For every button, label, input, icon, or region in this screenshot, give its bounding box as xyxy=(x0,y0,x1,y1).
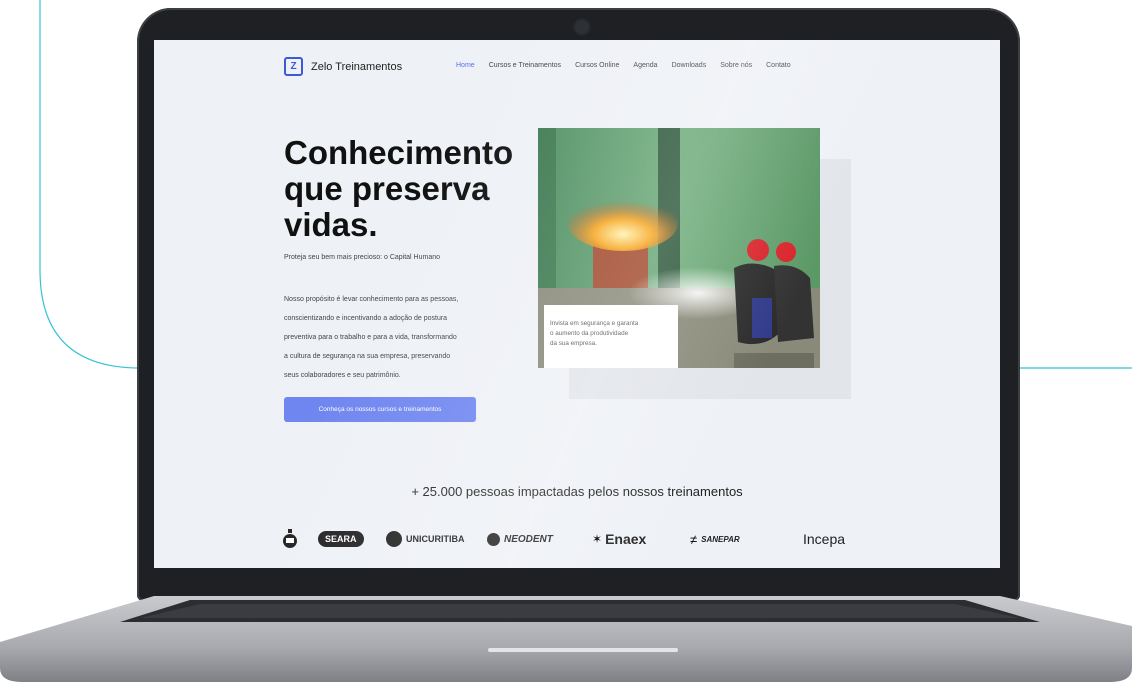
caption-line: o aumento da produtividade xyxy=(550,330,629,337)
partner-logo-emblem xyxy=(282,528,298,550)
webcam-icon xyxy=(575,20,589,34)
hero-title: Conhecimento que preserva vidas. xyxy=(284,135,544,243)
photo-caption-card: Invista em segurança e garanta o aumento… xyxy=(544,305,678,368)
enaex-star-icon: ✶ xyxy=(592,532,603,546)
partner-name: UNICURITIBA xyxy=(406,534,465,544)
partner-name: SANEPAR xyxy=(701,534,740,544)
logo-icon: Z xyxy=(284,57,303,76)
hero-title-line: vidas. xyxy=(284,206,378,243)
partner-logo-neodent: NEODENT xyxy=(487,528,553,550)
unicuritiba-icon xyxy=(386,531,402,547)
sanepar-icon: ≠ xyxy=(690,531,698,547)
nav-link-agenda[interactable]: Agenda xyxy=(633,62,657,69)
nav-link-cursos-treinamentos[interactable]: Cursos e Treinamentos xyxy=(489,62,561,69)
courses-cta-button[interactable]: Conheça os nossos cursos e treinamentos xyxy=(284,397,476,422)
description-line: seus colaboradores e seu patrimônio. xyxy=(284,372,401,379)
partner-name: SEARA xyxy=(318,531,364,547)
description-line: a cultura de segurança na sua empresa, p… xyxy=(284,353,451,360)
nav-link-contato[interactable]: Contato xyxy=(766,62,791,69)
hero-subtitle: Proteja seu bem mais precioso: o Capital… xyxy=(284,254,441,261)
hero-title-line: Conhecimento xyxy=(284,134,514,171)
laptop-screen: Z Zelo Treinamentos Home Cursos e Treina… xyxy=(154,40,1000,568)
site-logo[interactable]: Z Zelo Treinamentos xyxy=(284,57,402,76)
hero-description: Nosso propósito é levar conhecimento par… xyxy=(284,290,549,385)
partner-logos: SEARA UNICURITIBA NEODENT ✶ Enaex ≠ SANE… xyxy=(282,528,872,550)
partner-logo-enaex: ✶ Enaex xyxy=(592,528,646,550)
partner-logo-unicuritiba: UNICURITIBA xyxy=(386,528,465,550)
caption-line: da sua empresa. xyxy=(550,340,597,347)
nav-link-home[interactable]: Home xyxy=(456,62,475,69)
description-line: Nosso propósito é levar conhecimento par… xyxy=(284,296,459,303)
emblem-icon xyxy=(283,529,297,548)
nav-link-sobre-nos[interactable]: Sobre nós xyxy=(720,62,752,69)
description-line: preventiva para o trabalho e para a vida… xyxy=(284,334,457,341)
nav-link-downloads[interactable]: Downloads xyxy=(672,62,707,69)
caption-line: Invista em segurança e garanta xyxy=(550,320,639,327)
nav-link-cursos-online[interactable]: Cursos Online xyxy=(575,62,619,69)
logo-text: Zelo Treinamentos xyxy=(311,60,403,73)
description-line: conscientizando e incentivando a adoção … xyxy=(284,315,448,322)
laptop-base xyxy=(0,596,1132,682)
hero-title-line: que preserva xyxy=(284,170,490,207)
navbar: Z Zelo Treinamentos Home Cursos e Treina… xyxy=(154,40,1000,90)
partner-name: Enaex xyxy=(605,531,647,547)
partner-name: Incepa xyxy=(803,531,846,547)
nav-links: Home Cursos e Treinamentos Cursos Online… xyxy=(456,62,791,69)
neodent-icon xyxy=(487,532,500,546)
partner-name: NEODENT xyxy=(504,533,553,545)
impact-heading: + 25.000 pessoas impactadas pelos nossos… xyxy=(411,484,743,499)
partner-logo-seara: SEARA xyxy=(318,528,364,550)
partner-logo-incepa: Incepa xyxy=(803,528,845,550)
partner-logo-sanepar: ≠ SANEPAR xyxy=(690,528,740,550)
